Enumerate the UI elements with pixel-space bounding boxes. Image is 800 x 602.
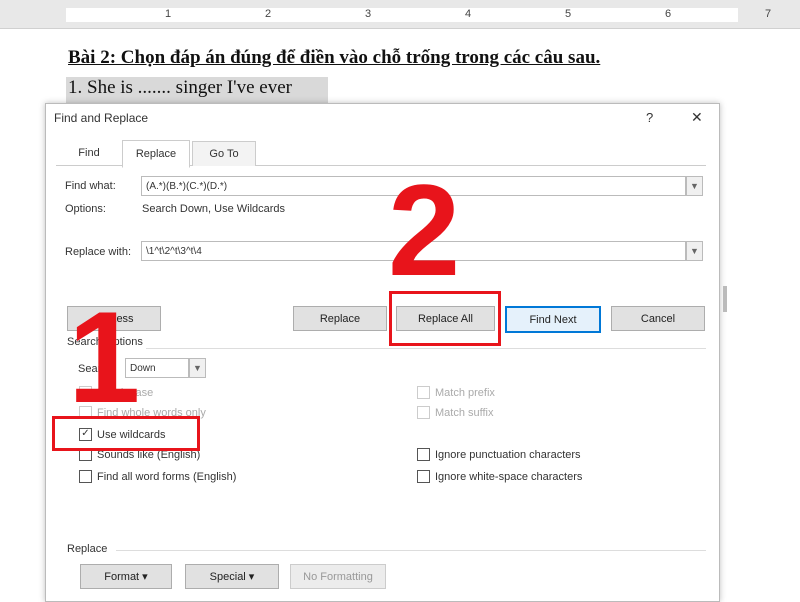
ignore-punctuation-checkbox[interactable]: Ignore punctuation characters <box>417 448 581 461</box>
replace-section-label: Replace <box>67 543 108 555</box>
match-suffix-checkbox[interactable]: Match suffix <box>417 406 494 419</box>
find-what-label: Find what: <box>65 180 116 192</box>
no-formatting-button[interactable]: No Formatting <box>290 564 386 589</box>
ruler-number: 5 <box>565 8 572 20</box>
replace-button[interactable]: Replace <box>293 306 387 331</box>
ruler-number: 4 <box>465 8 472 20</box>
ruler-number: 3 <box>365 8 372 20</box>
ruler-number: 1 <box>165 8 172 20</box>
close-button[interactable]: ✕ <box>691 109 703 126</box>
help-button[interactable]: ? <box>646 110 653 125</box>
ignore-whitespace-checkbox[interactable]: Ignore white-space characters <box>417 470 582 483</box>
replace-with-label: Replace with: <box>65 246 132 258</box>
tab-replace[interactable]: Replace <box>122 140 190 168</box>
chevron-down-icon[interactable]: ▼ <box>686 176 703 196</box>
match-prefix-checkbox[interactable]: Match prefix <box>417 386 495 399</box>
word-forms-checkbox[interactable]: Find all word forms (English) <box>79 470 236 483</box>
options-value: Search Down, Use Wildcards <box>142 203 286 215</box>
find-next-button[interactable]: Find Next <box>505 306 601 333</box>
options-label: Options: <box>65 203 106 215</box>
tab-goto[interactable]: Go To <box>192 141 256 166</box>
dialog-title: Find and Replace <box>54 111 149 125</box>
cancel-button[interactable]: Cancel <box>611 306 705 331</box>
special-button[interactable]: Special ▾ <box>185 564 279 589</box>
ruler-number: 2 <box>265 8 272 20</box>
ruler-number: 7 <box>765 8 772 20</box>
format-button[interactable]: Format ▾ <box>80 564 172 589</box>
ruler: 1 2 3 4 5 6 7 <box>0 0 800 29</box>
tab-find[interactable]: Find <box>64 141 114 165</box>
step-2-label: 2 <box>388 157 461 303</box>
chevron-down-icon[interactable]: ▼ <box>189 358 206 378</box>
find-replace-dialog: Find and Replace ? ✕ Find Replace Go To … <box>45 103 727 602</box>
doc-heading: Bài 2: Chọn đáp án đúng để điền vào chỗ … <box>68 47 601 68</box>
ruler-number: 6 <box>665 8 672 20</box>
scrollbar[interactable] <box>723 286 727 312</box>
chevron-down-icon[interactable]: ▼ <box>686 241 703 261</box>
step-1-label: 1 <box>68 284 141 430</box>
